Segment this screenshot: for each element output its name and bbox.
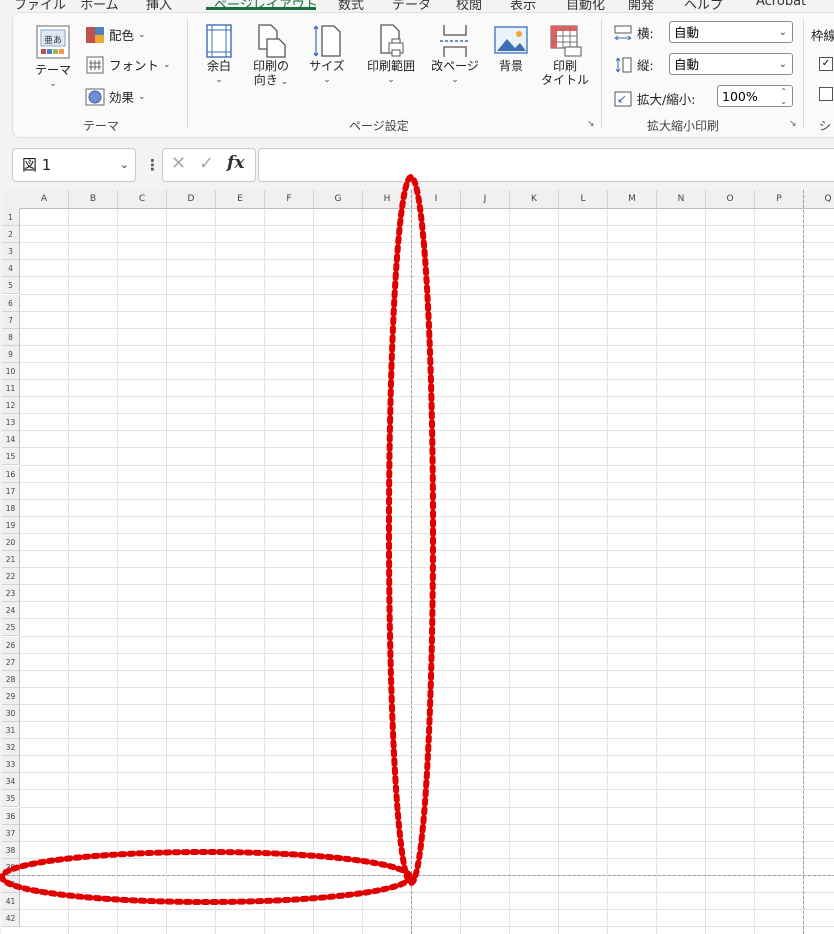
annotation-ellipse-horizontal (0, 849, 413, 905)
annotation-overlay (0, 174, 436, 905)
annotation-ellipse-vertical (386, 174, 436, 886)
